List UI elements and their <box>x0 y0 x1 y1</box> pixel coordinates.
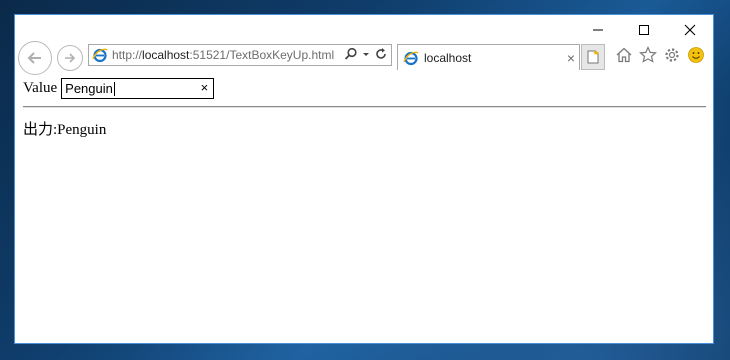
favorites-star-icon[interactable] <box>639 46 657 64</box>
address-url: http://localhost:51521/TextBoxKeyUp.html <box>112 48 335 62</box>
value-input-text: Penguin <box>65 81 113 96</box>
tab-localhost[interactable]: localhost × <box>397 44 580 70</box>
value-label: Value <box>23 80 58 96</box>
browser-toolbar: http://localhost:51521/TextBoxKeyUp.html <box>15 41 715 75</box>
output-value: Penguin <box>57 122 107 138</box>
clear-input-button[interactable]: × <box>201 80 209 95</box>
back-button[interactable] <box>18 41 52 75</box>
home-icon[interactable] <box>615 46 633 64</box>
tab-close-button[interactable]: × <box>567 50 575 66</box>
horizontal-rule <box>23 106 706 108</box>
text-caret <box>113 81 115 96</box>
close-icon <box>684 24 696 36</box>
value-row: Value Penguin × <box>23 78 215 99</box>
feedback-smiley-icon[interactable] <box>687 46 705 64</box>
tab-title: localhost <box>424 50 472 65</box>
minimize-icon <box>593 29 603 31</box>
maximize-icon <box>639 25 649 35</box>
address-bar[interactable]: http://localhost:51521/TextBoxKeyUp.html <box>88 44 392 66</box>
ie-logo-icon <box>92 48 108 63</box>
output-line: 出力:Penguin <box>23 118 106 139</box>
forward-arrow-icon <box>65 53 76 63</box>
new-tab-button[interactable] <box>581 44 605 70</box>
output-label: 出力: <box>23 122 58 138</box>
dropdown-icon[interactable] <box>362 47 370 61</box>
address-tools <box>344 47 388 61</box>
refresh-icon[interactable] <box>374 47 388 61</box>
settings-gear-icon[interactable] <box>663 46 681 64</box>
back-arrow-icon <box>27 52 41 64</box>
new-tab-icon <box>587 50 599 64</box>
value-input[interactable]: Penguin × <box>61 78 215 99</box>
browser-window: http://localhost:51521/TextBoxKeyUp.html <box>14 14 714 344</box>
browser-command-icons <box>615 46 705 64</box>
ie-logo-icon <box>403 51 419 65</box>
forward-button[interactable] <box>57 45 83 71</box>
search-icon[interactable] <box>344 47 358 61</box>
